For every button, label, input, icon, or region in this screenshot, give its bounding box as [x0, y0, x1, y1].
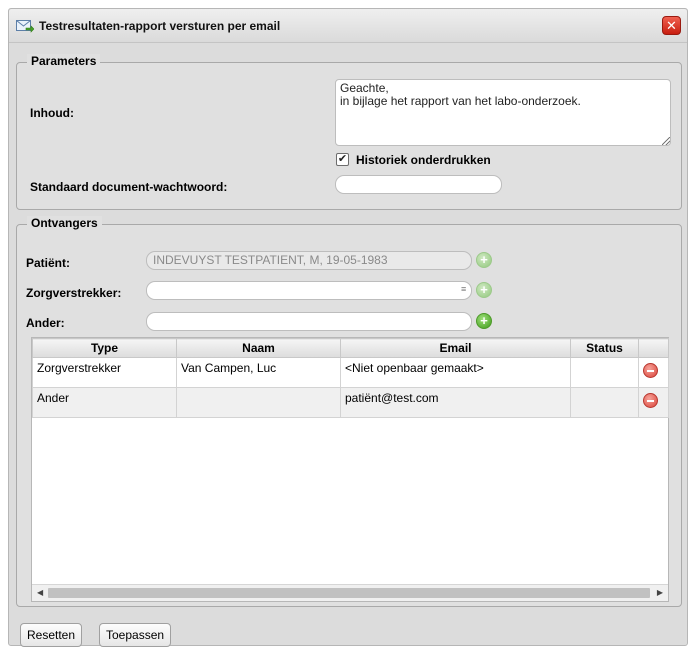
cell-naam: Van Campen, Luc [176, 357, 341, 388]
patient-label: Patiënt: [26, 256, 71, 270]
zorgverstrekker-label: Zorgverstrekker: [26, 286, 122, 300]
list-icon[interactable]: ≡ [461, 285, 466, 294]
cell-type: Zorgverstrekker [32, 357, 177, 388]
cell-actions [638, 387, 669, 418]
parameters-legend: Parameters [27, 54, 101, 68]
remove-icon[interactable] [643, 363, 658, 378]
reset-button[interactable]: Resetten [20, 623, 83, 647]
cell-email: patiënt@test.com [340, 387, 571, 418]
email-report-dialog: Testresultaten-rapport versturen per ema… [8, 8, 688, 647]
horizontal-scrollbar[interactable]: ◀ ▶ [32, 584, 668, 601]
cell-type: Ander [32, 387, 177, 418]
ander-label: Ander: [26, 316, 65, 330]
historiek-checkbox[interactable]: ✔ [336, 153, 349, 166]
cell-actions [638, 357, 669, 388]
column-header-status[interactable]: Status [570, 338, 639, 358]
wachtwoord-label: Standaard document-wachtwoord: [30, 180, 228, 194]
historiek-label[interactable]: Historiek onderdrukken [356, 153, 491, 167]
add-patient-button[interactable]: + [476, 252, 492, 268]
table-row[interactable]: Ander patiënt@test.com [32, 387, 669, 418]
cell-naam [176, 387, 341, 418]
column-header-naam[interactable]: Naam [176, 338, 341, 358]
close-icon[interactable]: ✕ [662, 16, 681, 35]
cell-status [570, 357, 639, 388]
column-header-actions [638, 338, 669, 358]
dialog-titlebar[interactable]: Testresultaten-rapport versturen per ema… [9, 9, 687, 43]
scroll-left-icon[interactable]: ◀ [37, 588, 43, 597]
cell-status [570, 387, 639, 418]
apply-button[interactable]: Toepassen [99, 623, 172, 647]
recipients-grid: Type Naam Email Status Zorgverstrekker V… [31, 337, 669, 602]
zorgverstrekker-input[interactable] [146, 281, 472, 300]
scroll-right-icon[interactable]: ▶ [657, 588, 663, 597]
email-send-icon [16, 20, 34, 33]
recipients-table: Type Naam Email Status Zorgverstrekker V… [32, 338, 669, 418]
parameters-group: Parameters Inhoud: Geachte, in bijlage h… [16, 54, 682, 210]
column-header-email[interactable]: Email [340, 338, 571, 358]
dialog-title: Testresultaten-rapport versturen per ema… [39, 19, 281, 33]
inhoud-textarea[interactable]: Geachte, in bijlage het rapport van het … [335, 79, 671, 146]
add-ander-button[interactable]: + [476, 313, 492, 329]
wachtwoord-input[interactable] [335, 175, 502, 194]
remove-icon[interactable] [643, 393, 658, 408]
add-zorgverstrekker-button[interactable]: + [476, 282, 492, 298]
ander-input[interactable] [146, 312, 472, 331]
inhoud-label: Inhoud: [30, 106, 74, 120]
textarea-resize-grip[interactable] [662, 137, 670, 145]
scrollbar-thumb[interactable] [48, 588, 650, 598]
cell-email: <Niet openbaar gemaakt> [340, 357, 571, 388]
column-header-type[interactable]: Type [32, 338, 177, 358]
ontvangers-legend: Ontvangers [27, 216, 102, 230]
table-header-row: Type Naam Email Status [32, 338, 669, 358]
table-row[interactable]: Zorgverstrekker Van Campen, Luc <Niet op… [32, 357, 669, 388]
patient-input: INDEVUYST TESTPATIENT, M, 19-05-1983 [146, 251, 472, 270]
